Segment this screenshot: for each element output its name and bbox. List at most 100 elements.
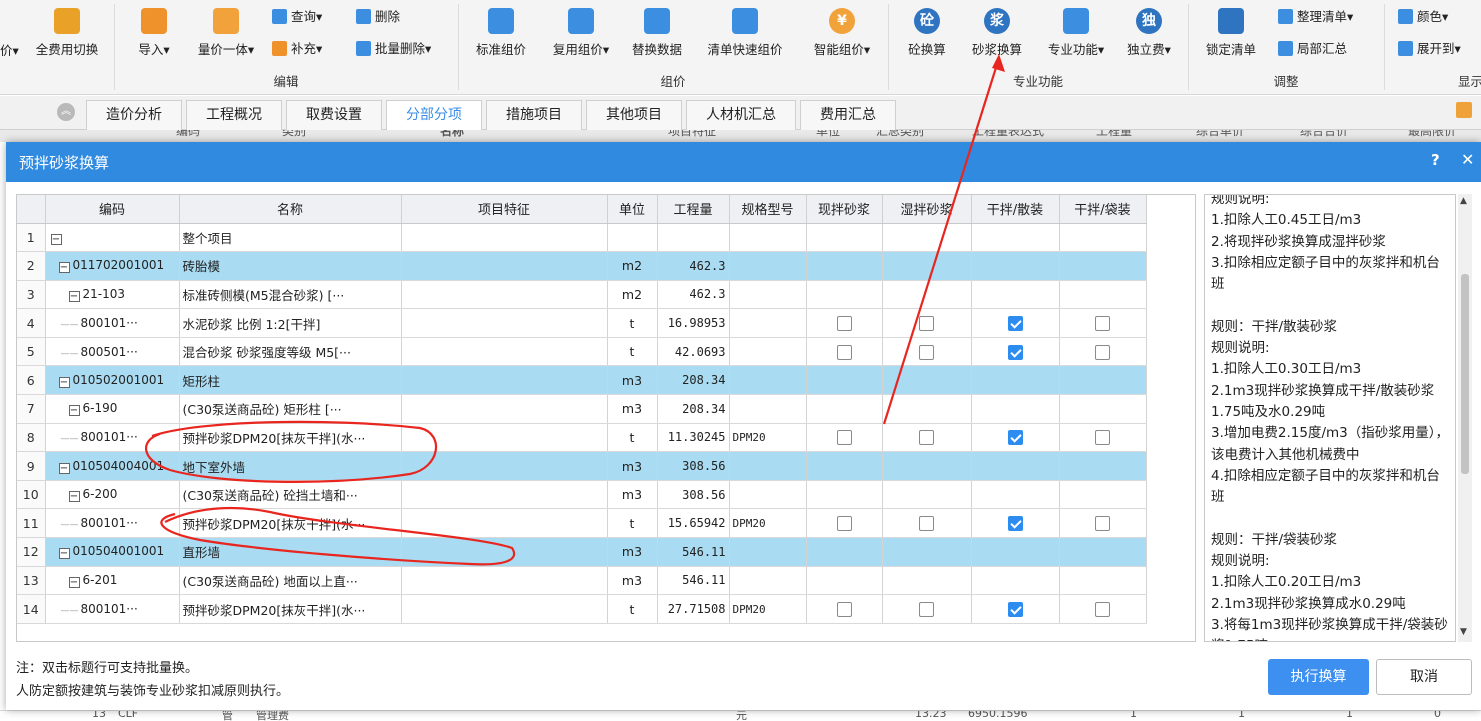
tab-fee-summary[interactable]: 费用汇总	[800, 100, 896, 130]
cell-code[interactable]: —— 800501···	[45, 337, 180, 367]
cell-name[interactable]: 砖胎模	[179, 251, 402, 281]
dry-bagged-checkbox[interactable]	[1095, 316, 1110, 332]
table-row[interactable]: 13−6-201 (C30泵送商品砼) 地面以上直··· m3 546.11	[17, 566, 1147, 596]
cell-unit[interactable]: t	[607, 308, 658, 338]
partial-summary-button[interactable]: 局部汇总	[1278, 38, 1347, 57]
cell-code[interactable]: −010502001001	[45, 365, 180, 396]
header-dry-bulk[interactable]: 干拌/散装	[971, 195, 1060, 224]
standard-pricing-button[interactable]: 标准组价	[468, 8, 534, 58]
cell-feature[interactable]	[401, 223, 608, 253]
table-row[interactable]: 7−6-190 (C30泵送商品砼) 矩形柱 [··· m3 208.34	[17, 394, 1147, 424]
help-icon[interactable]: ?	[1431, 151, 1440, 169]
collapse-tree-icon[interactable]: −	[68, 405, 80, 417]
cell-name[interactable]: 预拌砂浆DPM20[抹灰干拌](水···	[179, 508, 402, 539]
wet-mix-checkbox[interactable]	[919, 430, 934, 446]
table-row[interactable]: 2−011702001001 砖胎模 m2 462.3	[17, 251, 1147, 281]
cell-feature[interactable]	[401, 451, 608, 481]
cell-code[interactable]: −010504004001	[45, 451, 180, 481]
cell-name[interactable]: 水泥砂浆 比例 1:2[干拌]	[179, 308, 402, 338]
scroll-up-icon[interactable]: ▲	[1460, 196, 1467, 206]
header-unit[interactable]: 单位	[607, 195, 658, 224]
cell-quantity[interactable]: 308.56	[657, 480, 730, 510]
dry-bulk-checkbox[interactable]	[1007, 316, 1023, 332]
cell-quantity[interactable]: 27.71508	[657, 594, 730, 624]
tab-measure-items[interactable]: 措施项目	[486, 100, 582, 130]
cell-name[interactable]: (C30泵送商品砼) 砼挡土墙和···	[179, 480, 402, 510]
header-feature[interactable]: 项目特征	[401, 195, 608, 224]
cell-code[interactable]: —— 800101···	[45, 594, 180, 624]
site-mix-checkbox[interactable]	[836, 344, 852, 360]
tab-sub-items[interactable]: 分部分项	[386, 100, 482, 130]
price-integration-button[interactable]: 量价一体▾	[190, 8, 262, 58]
cell-feature[interactable]	[401, 365, 608, 396]
cell-spec[interactable]	[729, 280, 807, 310]
wet-mix-checkbox[interactable]	[919, 344, 934, 360]
tab-fee-settings[interactable]: 取费设置	[286, 100, 382, 130]
cell-name[interactable]: 矩形柱	[179, 365, 402, 396]
cell-spec[interactable]	[729, 566, 807, 596]
table-row[interactable]: 10−6-200 (C30泵送商品砼) 砼挡土墙和··· m3 308.56	[17, 480, 1147, 510]
cell-spec[interactable]	[729, 451, 807, 481]
tab-labor-material-summary[interactable]: 人材机汇总	[686, 100, 796, 130]
header-site-mix[interactable]: 现拌砂浆	[806, 195, 883, 224]
cell-code[interactable]: —— 800101···	[45, 308, 180, 338]
collapse-tree-icon[interactable]: −	[68, 491, 80, 503]
collapse-tree-icon[interactable]: −	[68, 576, 80, 588]
concrete-convert-button[interactable]: 砼 砼换算	[900, 8, 954, 58]
cell-spec[interactable]	[729, 394, 807, 424]
dry-bagged-checkbox[interactable]	[1095, 430, 1110, 446]
cell-quantity[interactable]: 42.0693	[657, 337, 730, 367]
tab-cost-analysis[interactable]: 造价分析	[86, 100, 182, 130]
collapse-tree-icon[interactable]: −	[50, 233, 62, 245]
table-row[interactable]: 6−010502001001 矩形柱 m3 208.34	[17, 365, 1147, 396]
cell-quantity[interactable]	[657, 223, 730, 253]
cell-unit[interactable]: m2	[607, 280, 658, 310]
delete-button[interactable]: 删除	[356, 6, 400, 25]
cell-feature[interactable]	[401, 537, 608, 567]
cell-spec[interactable]	[729, 365, 807, 396]
header-wet-mix[interactable]: 湿拌砂浆	[882, 195, 972, 224]
cell-unit[interactable]: t	[607, 508, 658, 539]
cell-quantity[interactable]: 462.3	[657, 280, 730, 310]
collapse-tree-icon[interactable]: −	[58, 376, 70, 388]
execute-convert-button[interactable]: 执行换算	[1268, 659, 1369, 695]
special-function-button[interactable]: 专业功能▾	[1038, 8, 1114, 58]
table-row[interactable]: 4 —— 800101··· 水泥砂浆 比例 1:2[干拌] t 16.98953	[17, 308, 1147, 338]
cell-code[interactable]: −010504001001	[45, 537, 180, 567]
site-mix-checkbox[interactable]	[836, 430, 852, 446]
collapse-tree-icon[interactable]: −	[68, 290, 80, 302]
wet-mix-checkbox[interactable]	[919, 316, 934, 332]
mortar-convert-button[interactable]: 浆 砂浆换算	[964, 8, 1030, 58]
cell-quantity[interactable]: 546.11	[657, 537, 730, 567]
dry-bulk-checkbox[interactable]	[1007, 344, 1023, 360]
tab-project-overview[interactable]: 工程概况	[186, 100, 282, 130]
lock-list-button[interactable]: 锁定清单	[1198, 8, 1264, 58]
table-row[interactable]: 8 —— 800101··· 预拌砂浆DPM20[抹灰干拌](水··· t 11.3024…	[17, 423, 1147, 453]
cell-feature[interactable]	[401, 566, 608, 596]
cell-name[interactable]: 整个项目	[179, 223, 402, 253]
collapse-tree-icon[interactable]: −	[58, 548, 70, 560]
collapse-tree-icon[interactable]: −	[58, 262, 70, 274]
cell-unit[interactable]: m3	[607, 451, 658, 481]
table-row[interactable]: 1− 整个项目	[17, 223, 1147, 253]
cell-code[interactable]: −21-103	[45, 280, 180, 310]
cell-quantity[interactable]: 308.56	[657, 451, 730, 481]
cell-quantity[interactable]: 15.65942	[657, 508, 730, 539]
cell-feature[interactable]	[401, 280, 608, 310]
cell-code[interactable]: −	[45, 223, 180, 253]
dry-bagged-checkbox[interactable]	[1095, 516, 1110, 532]
quick-pricing-button[interactable]: 清单快速组价	[698, 8, 792, 58]
cell-name[interactable]: 直形墙	[179, 537, 402, 567]
cell-unit[interactable]: m3	[607, 537, 658, 567]
import-button[interactable]: 导入▾	[130, 8, 178, 58]
cell-spec[interactable]	[729, 251, 807, 281]
header-dry-bagged[interactable]: 干拌/袋装	[1059, 195, 1147, 224]
dry-bulk-checkbox[interactable]	[1007, 430, 1023, 446]
cell-unit[interactable]: m2	[607, 251, 658, 281]
wet-mix-checkbox[interactable]	[919, 516, 934, 532]
cell-spec[interactable]: DPM20	[729, 423, 807, 453]
table-row[interactable]: 14 —— 800101··· 预拌砂浆DPM20[抹灰干拌](水··· t 27.715…	[17, 594, 1147, 624]
site-mix-checkbox[interactable]	[836, 516, 852, 532]
cell-spec[interactable]: DPM20	[729, 508, 807, 539]
cell-feature[interactable]	[401, 423, 608, 453]
